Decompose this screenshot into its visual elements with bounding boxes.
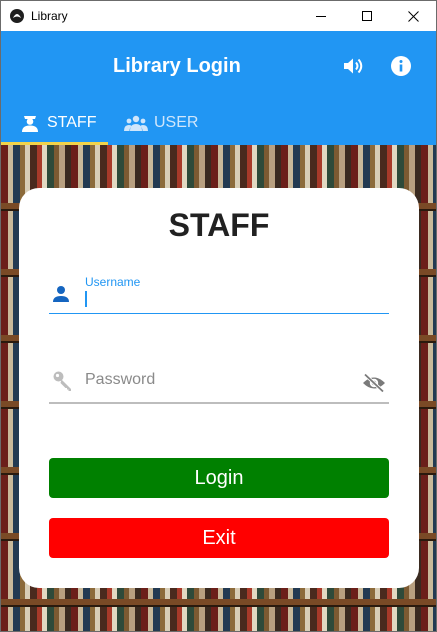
username-label: Username <box>85 275 141 289</box>
maximize-button[interactable] <box>344 1 390 31</box>
key-icon <box>53 371 71 391</box>
eye-off-icon[interactable] <box>362 373 386 393</box>
password-field[interactable]: Password <box>49 364 389 404</box>
info-icon <box>391 56 411 76</box>
app-bar: Library Login <box>1 31 436 101</box>
app-window: Library Library Login STAFF USER STAFF U… <box>0 0 437 632</box>
person-icon <box>53 286 69 302</box>
login-card: STAFF Username Password Login Exit <box>19 188 419 588</box>
tab-staff[interactable]: STAFF <box>1 101 108 145</box>
volume-icon <box>344 58 363 74</box>
text-cursor <box>85 291 87 307</box>
minimize-icon <box>316 16 326 17</box>
close-icon <box>407 10 419 22</box>
tab-user-label: USER <box>154 114 199 131</box>
tab-staff-label: STAFF <box>47 114 97 131</box>
username-field[interactable]: Username <box>49 270 389 314</box>
tab-bar: STAFF USER <box>1 101 436 145</box>
app-logo-icon <box>10 9 24 23</box>
password-placeholder: Password <box>85 371 156 388</box>
window-titlebar: Library <box>1 1 436 31</box>
info-button[interactable] <box>387 52 415 80</box>
username-underline <box>49 312 389 314</box>
exit-button[interactable]: Exit <box>49 518 389 558</box>
password-underline <box>49 402 389 404</box>
form-heading: STAFF <box>168 207 270 243</box>
tab-user[interactable]: USER <box>108 101 208 145</box>
window-title: Library <box>31 9 68 23</box>
page-title: Library Login <box>113 55 241 77</box>
staff-icon <box>22 116 38 132</box>
volume-button[interactable] <box>339 52 367 80</box>
maximize-icon <box>362 11 372 21</box>
minimize-button[interactable] <box>298 1 344 31</box>
users-icon <box>124 115 148 131</box>
close-button[interactable] <box>390 1 436 31</box>
login-button[interactable]: Login <box>49 458 389 498</box>
